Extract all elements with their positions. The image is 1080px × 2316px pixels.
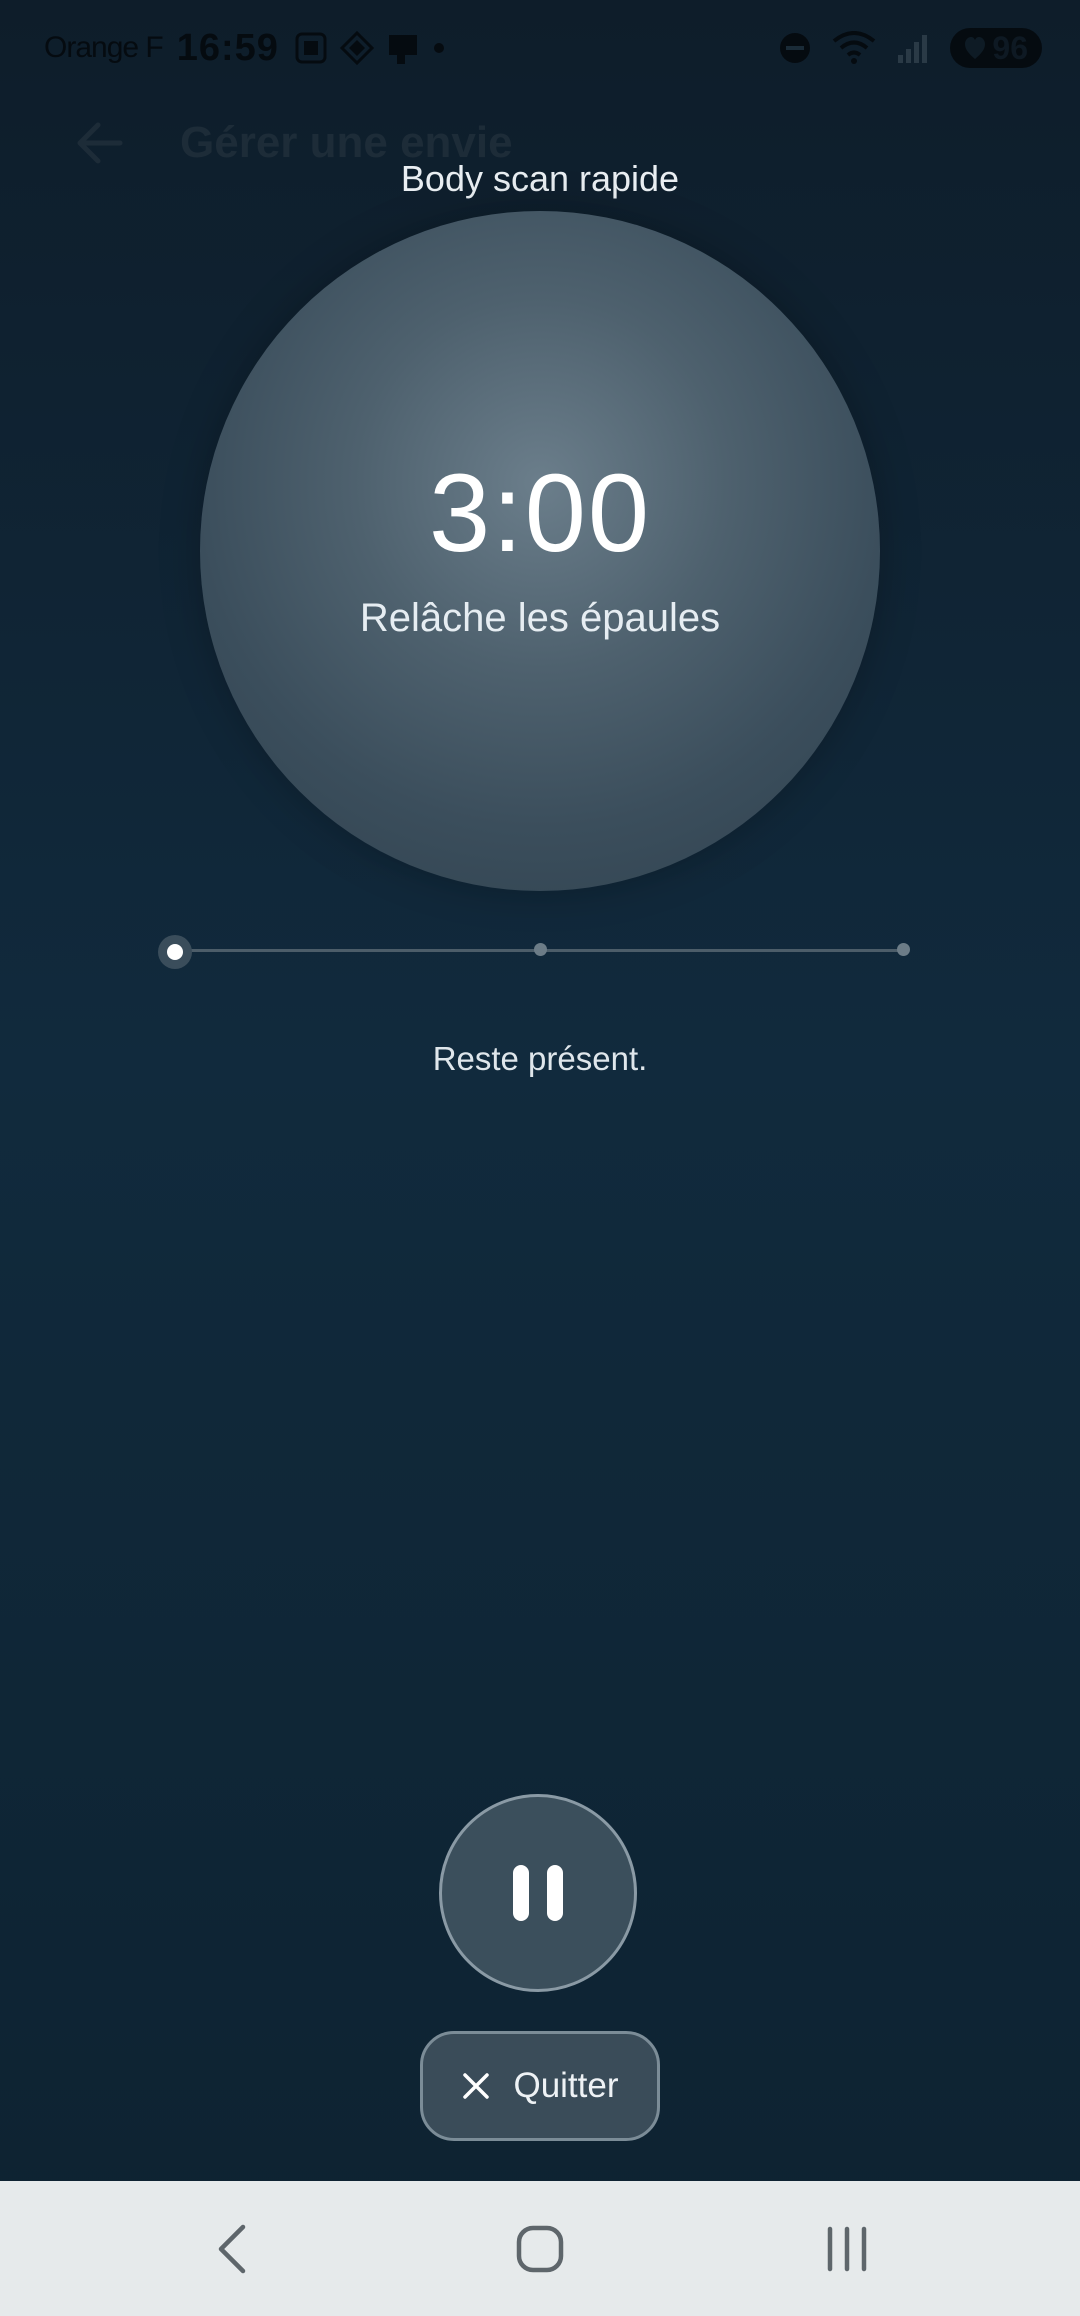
battery-indicator: 96 (950, 28, 1042, 68)
session-title: Body scan rapide (400, 158, 680, 199)
carrier-label: Orange F (44, 31, 164, 64)
status-right: 96 (778, 28, 1042, 68)
pause-icon (513, 1865, 529, 1921)
progress-step-3 (897, 943, 910, 956)
wifi-icon (833, 31, 876, 64)
quit-button[interactable]: Quitter (420, 2031, 660, 2141)
signal-icon (898, 35, 928, 63)
nav-back-button[interactable] (173, 2199, 293, 2299)
battery-percent: 96 (992, 29, 1028, 66)
pause-icon-bar (547, 1865, 563, 1921)
screenshot-icon (295, 32, 327, 64)
status-bar: Orange F 16:59 96 (0, 0, 1080, 96)
battery-icon (965, 37, 986, 59)
close-icon (463, 2073, 490, 2099)
system-nav-bar (0, 2181, 1080, 2316)
clock: 16:59 (176, 26, 279, 69)
progress-step-current (158, 935, 192, 969)
recents-icon (827, 2226, 866, 2271)
countdown-timer: 3:00 (428, 452, 652, 575)
session-message: Reste présent. (432, 1040, 648, 1077)
nav-recents-button[interactable] (787, 2199, 907, 2299)
dot-icon (433, 43, 444, 53)
progress-step-2 (534, 943, 547, 956)
status-left: Orange F 16:59 (44, 27, 447, 70)
quit-label: Quitter (513, 2066, 619, 2105)
instruction-text: Relâche les épaules (359, 596, 721, 640)
home-icon (516, 2225, 564, 2272)
app-icon (339, 30, 375, 66)
dnd-icon (780, 33, 811, 63)
back-chevron-icon (219, 2224, 246, 2273)
pause-button[interactable] (439, 1794, 637, 1992)
nav-home-button[interactable] (480, 2199, 600, 2299)
notification-icons (293, 30, 447, 66)
cast-icon (388, 35, 417, 64)
